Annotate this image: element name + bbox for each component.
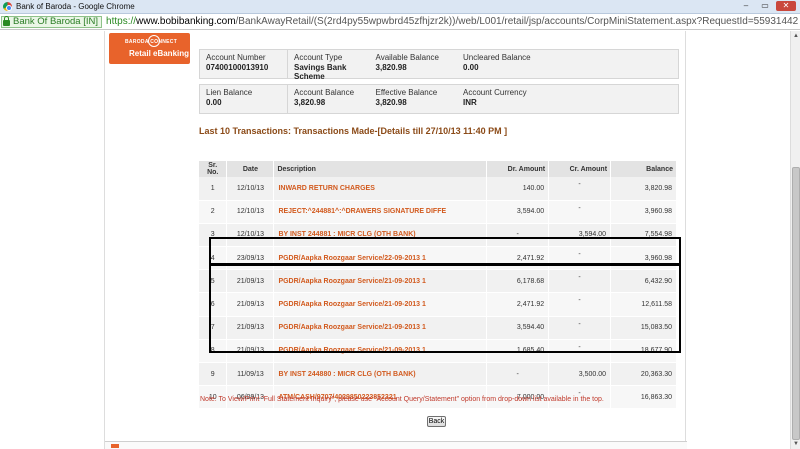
effective-balance-label: Effective Balance [375,88,438,97]
lien-balance-cell: Lien Balance 0.00 [200,85,287,113]
highlight-box-rows5-8 [209,264,681,353]
window-title: Bank of Baroda - Google Chrome [16,2,135,11]
col-sr-no: Sr. No. [199,161,228,177]
account-summary-row2: Lien Balance 0.00 Account Balance 3,820.… [199,84,679,114]
close-button[interactable]: ✕ [776,1,796,11]
col-date: Date [226,161,275,177]
account-currency-value: INR [463,98,477,107]
col-dr-amount: Dr. Amount [486,161,550,177]
available-balance-value: 3,820.98 [375,63,407,72]
vertical-scrollbar[interactable]: ▲ ▼ [790,31,800,449]
table-row: 9 11/09/13 BY INST 244880 : MICR CLG (OT… [199,362,677,387]
highlight-box-row4 [209,237,681,265]
cell-dr: 140.00 [486,177,550,201]
effective-balance-block: Effective Balance 3,820.98 [370,85,457,113]
cell-description: BY INST 244880 : MICR CLG (OTH BANK) [273,362,488,387]
account-type-label: Account Type [294,53,343,62]
table-row: 2 12/10/13 REJECT:^244881^:^DRAWERS SIGN… [199,200,677,224]
logo-line1: BARODA CONNECT [125,39,178,45]
cell-balance: 3,960.98 [610,200,677,224]
cell-balance: 16,863.30 [610,385,677,410]
cell-cr: - [548,200,612,224]
cell-sr: 1 [199,177,228,201]
footer-logo-icon [111,444,119,448]
account-type-cell: Account Type Savings Bank Scheme Availab… [287,50,457,81]
scroll-up-arrow-icon[interactable]: ▲ [791,31,800,41]
cell-date: 12/10/13 [226,200,275,224]
uncleared-balance-cell: Uncleared Balance 0.00 [457,50,678,78]
scroll-down-arrow-icon[interactable]: ▼ [791,439,800,449]
address-bar[interactable]: Bank Of Baroda [IN] https://www.bobibank… [0,14,800,30]
account-balance-value: 3,820.98 [294,98,326,107]
cell-sr: 9 [199,362,228,387]
url-host: www.bobibanking.com [136,16,236,27]
back-button[interactable]: Back [427,416,446,427]
effective-balance-value: 3,820.98 [375,98,407,107]
footer-strip [105,441,687,449]
account-currency-cell: Account Currency INR [457,85,678,113]
window-controls: – ▭ ✕ [738,1,796,11]
cell-date: 12/10/13 [226,177,275,201]
ev-certificate-badge[interactable]: Bank Of Baroda [IN] [1,15,103,28]
window-titlebar: Bank of Baroda - Google Chrome – ▭ ✕ [0,0,800,14]
account-balance-cell: Account Balance 3,820.98 Effective Balan… [287,85,457,113]
cell-dr: 3,594.00 [486,200,550,224]
cell-description: REJECT:^244881^:^DRAWERS SIGNATURE DIFFE [273,200,488,224]
available-balance-label: Available Balance [375,53,439,62]
baroda-connect-logo: BARODA CONNECT Retail eBanking [109,33,190,64]
page-content: BARODA CONNECT Retail eBanking Account N… [104,31,687,449]
account-number-label: Account Number [206,53,266,62]
logo-line2: Retail eBanking [129,49,190,58]
account-balance-label: Account Balance [294,88,355,97]
cell-date: 11/09/13 [226,362,275,387]
lien-balance-value: 0.00 [206,98,222,107]
lock-icon [3,15,10,26]
account-currency-label: Account Currency [463,88,527,97]
account-summary-row1: Account Number 07400100013910 Account Ty… [199,49,679,81]
site-identity-label: Bank Of Baroda [IN] [13,16,99,27]
account-balance-block: Account Balance 3,820.98 [288,85,370,113]
lien-balance-label: Lien Balance [206,88,253,97]
uncleared-balance-value: 0.00 [463,63,479,72]
col-cr-amount: Cr. Amount [548,161,612,177]
statement-note: Note: To View/Print "Full Statement Inqu… [200,396,604,403]
cell-cr: 3,500.00 [548,362,612,387]
url-path: /BankAwayRetail/(S(2rd4py55wpwbrd45zfhjz… [235,16,799,27]
account-number-cell: Account Number 07400100013910 [200,50,287,78]
table-header-row: Sr. No. Date Description Dr. Amount Cr. … [199,161,677,177]
maximize-button[interactable]: ▭ [757,1,773,11]
page-viewport: BARODA CONNECT Retail eBanking Account N… [0,31,790,449]
table-row: 1 12/10/13 INWARD RETURN CHARGES 140.00 … [199,177,677,201]
chrome-logo-icon [3,2,12,11]
account-type-value: Savings Bank Scheme [294,63,347,81]
available-balance-block: Available Balance 3,820.98 [370,50,457,78]
cell-dr: - [486,362,550,387]
account-number-value: 07400100013910 [206,63,269,72]
cell-balance: 3,820.98 [610,177,677,201]
url-scheme: https:// [106,16,137,27]
account-type-block: Account Type Savings Bank Scheme [288,50,370,81]
cell-sr: 2 [199,200,228,224]
transactions-heading: Last 10 Transactions: Transactions Made-… [199,126,508,136]
uncleared-balance-label: Uncleared Balance [463,53,531,62]
col-description: Description [273,161,488,177]
scrollbar-thumb[interactable] [792,167,800,440]
cell-balance: 20,363.30 [610,362,677,387]
col-balance: Balance [610,161,677,177]
url-text[interactable]: https://www.bobibanking.com/BankAwayReta… [106,16,798,27]
cell-description: INWARD RETURN CHARGES [273,177,488,201]
minimize-button[interactable]: – [738,1,754,11]
cell-cr: - [548,177,612,201]
